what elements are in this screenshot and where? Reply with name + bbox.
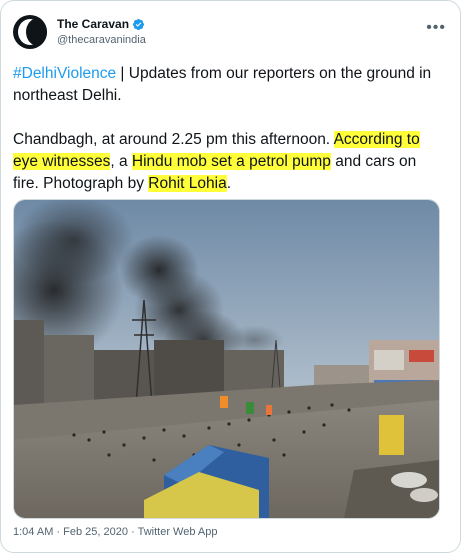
tweet-header: The Caravan @thecaravanindia •••	[13, 13, 448, 53]
tweet-text-segment: .	[226, 175, 232, 192]
tweet-text-segment: , a	[110, 153, 132, 170]
tweet-meta: 1:04 AM · Feb 25, 2020 · Twitter Web App	[13, 526, 217, 538]
tweet-time[interactable]: 1:04 AM	[13, 526, 53, 538]
tweet-source[interactable]: Twitter Web App	[138, 526, 218, 538]
tweet-card: The Caravan @thecaravanindia ••• #DelhiV…	[0, 0, 461, 553]
author-display-name[interactable]: The Caravan	[57, 17, 129, 32]
highlighted-text: Rohit Lohia	[148, 175, 227, 192]
hashtag-link[interactable]: #DelhiViolence	[13, 65, 116, 82]
tweet-paragraph-1: #DelhiViolence | Updates from our report…	[13, 63, 443, 107]
more-options-icon[interactable]: •••	[426, 19, 446, 37]
tweet-text: #DelhiViolence | Updates from our report…	[13, 63, 443, 195]
tweet-date[interactable]: Feb 25, 2020	[63, 526, 128, 538]
author-handle[interactable]: @thecaravanindia	[57, 32, 146, 48]
street-smoke-photo	[14, 200, 439, 518]
tweet-paragraph-2: Chandbagh, at around 2.25 pm this aftern…	[13, 129, 443, 195]
author-names: The Caravan @thecaravanindia	[57, 17, 146, 48]
highlighted-text: Hindu mob set a petrol pump	[131, 153, 331, 170]
verified-badge-icon	[132, 18, 145, 31]
tweet-text-segment: Chandbagh, at around 2.25 pm this aftern…	[13, 131, 334, 148]
avatar[interactable]	[13, 15, 47, 49]
author-display-name-row[interactable]: The Caravan	[57, 17, 146, 32]
tweet-photo[interactable]	[13, 199, 440, 519]
